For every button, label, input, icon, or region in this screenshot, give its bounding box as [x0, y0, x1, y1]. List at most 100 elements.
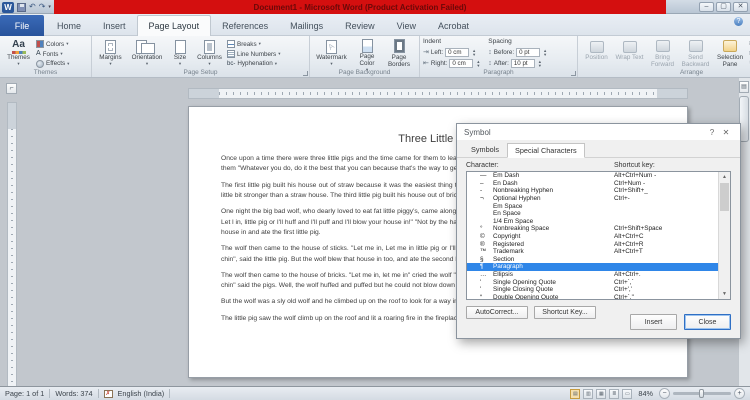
close-button[interactable]: ✕	[733, 2, 748, 12]
zoom-out-button[interactable]: −	[659, 388, 670, 399]
spellcheck-icon[interactable]	[104, 390, 113, 398]
indent-right-spinner[interactable]: ▲▼	[476, 60, 480, 68]
ribbon-tab[interactable]: Mailings	[279, 15, 334, 36]
tab-file[interactable]: File	[0, 15, 44, 36]
character-name: Trademark	[493, 248, 614, 255]
dialog-launcher-icon[interactable]	[303, 71, 308, 76]
spacing-after-input[interactable]: 10 pt	[511, 59, 535, 68]
full-screen-reading-view-icon[interactable]: ▥	[583, 389, 593, 399]
themes-button[interactable]: Aa Themes ▾	[3, 38, 34, 68]
special-character-row[interactable]: ' Single Opening Quote Ctrl+`,`	[467, 278, 718, 286]
dialog-launcher-icon[interactable]	[571, 71, 576, 76]
word-count[interactable]: Words: 374	[55, 389, 92, 398]
save-icon[interactable]	[17, 3, 26, 12]
theme-colors-button[interactable]: Colors ▾	[36, 40, 69, 49]
line-numbers-button[interactable]: Line Numbers ▾	[227, 50, 280, 59]
zoom-slider-thumb[interactable]	[699, 389, 704, 398]
language-indicator[interactable]: English (India)	[118, 389, 165, 398]
zoom-level[interactable]: 84%	[638, 389, 653, 398]
ribbon-tab[interactable]: Page Layout	[137, 15, 212, 36]
hyphenation-button[interactable]: bc- Hyphenation ▾	[227, 59, 280, 68]
character-name: 1/4 Em Space	[493, 218, 614, 225]
spacing-after-spinner[interactable]: ▲▼	[538, 60, 542, 68]
page-color-button[interactable]: Page Color ▾	[352, 38, 382, 68]
line-numbers-icon	[227, 50, 235, 58]
help-icon[interactable]: ?	[734, 17, 743, 26]
special-character-row[interactable]: ® Registered Alt+Ctrl+R	[467, 240, 718, 248]
maximize-button[interactable]: ▢	[716, 2, 731, 12]
special-character-row[interactable]: “ Double Opening Quote Ctrl+`,"	[467, 294, 718, 301]
ribbon-tab[interactable]: Review	[334, 15, 386, 36]
special-character-row[interactable]: § Section	[467, 256, 718, 264]
bring-forward-icon	[656, 40, 670, 52]
special-character-row[interactable]: 1/4 Em Space	[467, 218, 718, 226]
orientation-button[interactable]: Orientation ▾	[128, 38, 166, 68]
special-character-row[interactable]: — Em Dash Alt+Ctrl+Num -	[467, 172, 718, 180]
dialog-help-icon[interactable]: ?	[705, 128, 719, 137]
zoom-in-button[interactable]: +	[734, 388, 745, 399]
web-layout-view-icon[interactable]: ▦	[596, 389, 606, 399]
watermark-button[interactable]: Watermark ▾	[313, 38, 350, 68]
print-layout-view-icon[interactable]: ▤	[570, 389, 580, 399]
chevron-down-icon: ▾	[330, 61, 332, 66]
autocorrect-button[interactable]: AutoCorrect...	[466, 306, 528, 319]
page-borders-button[interactable]: Page Borders	[384, 38, 414, 68]
tab-stop-selector[interactable]: ⌐	[6, 83, 17, 94]
special-character-row[interactable]: – En Dash Ctrl+Num -	[467, 180, 718, 188]
qat-dropdown-icon[interactable]: ▾	[48, 4, 51, 10]
close-button-dialog[interactable]: Close	[684, 314, 731, 330]
draft-view-icon[interactable]: ▭	[622, 389, 632, 399]
list-scrollbar-thumb[interactable]	[720, 183, 729, 211]
dialog-close-icon[interactable]: ✕	[719, 128, 733, 137]
special-character-row[interactable]: ' Single Closing Quote Ctrl+','	[467, 286, 718, 294]
special-character-row[interactable]: ™ Trademark Alt+Ctrl+T	[467, 248, 718, 256]
special-character-row[interactable]: ° Nonbreaking Space Ctrl+Shift+Space	[467, 225, 718, 233]
special-character-row[interactable]: … Ellipsis Alt+Ctrl+.	[467, 271, 718, 279]
margins-button[interactable]: Margins ▾	[95, 38, 126, 68]
page-color-label: Page Color	[352, 53, 382, 67]
special-character-row[interactable]: ¬ Optional Hyphen Ctrl+-	[467, 195, 718, 203]
ribbon-tab[interactable]: View	[386, 15, 427, 36]
breaks-button[interactable]: Breaks ▾	[227, 40, 280, 49]
theme-fonts-button[interactable]: A Fonts ▾	[36, 50, 69, 59]
horizontal-ruler[interactable]	[188, 88, 688, 99]
insert-button[interactable]: Insert	[630, 314, 677, 330]
spacing-before-spinner[interactable]: ▲▼	[543, 49, 547, 57]
page-count[interactable]: Page: 1 of 1	[5, 389, 44, 398]
chevron-down-icon: ▾	[259, 41, 261, 47]
special-character-row[interactable]: © Copyright Alt+Ctrl+C	[467, 233, 718, 241]
shortcut-key-button[interactable]: Shortcut Key...	[534, 306, 596, 319]
special-character-row[interactable]: En Space	[467, 210, 718, 218]
size-button[interactable]: Size ▾	[168, 38, 192, 68]
outline-view-icon[interactable]: ≣	[609, 389, 619, 399]
word-logo-icon[interactable]: W	[2, 2, 14, 13]
ribbon-tab[interactable]: Home	[46, 15, 92, 36]
dialog-tab[interactable]: Symbols	[464, 143, 506, 157]
minimize-button[interactable]: –	[699, 2, 714, 12]
selection-pane-button[interactable]: Selection Pane	[713, 38, 747, 68]
spacing-before-input[interactable]: 0 pt	[516, 48, 540, 57]
special-character-row[interactable]: Em Space	[467, 202, 718, 210]
scroll-up-icon[interactable]: ▲	[719, 172, 730, 182]
indent-right-input[interactable]: 0 cm	[449, 59, 473, 68]
dialog-tab[interactable]: Special Characters	[507, 143, 585, 158]
zoom-slider[interactable]	[673, 392, 731, 395]
list-scrollbar[interactable]: ▲ ▼	[718, 172, 730, 299]
theme-effects-button[interactable]: Effects ▾	[36, 59, 69, 68]
scroll-down-icon[interactable]: ▼	[719, 289, 730, 299]
indent-left-input[interactable]: 0 cm	[445, 48, 469, 57]
indent-left-spinner[interactable]: ▲▼	[472, 49, 476, 57]
dialog-tab-label: Special Characters	[515, 146, 577, 155]
vertical-ruler[interactable]	[7, 102, 17, 386]
ribbon-tab[interactable]: Insert	[92, 15, 137, 36]
ruler-toggle-icon[interactable]: ▤	[739, 81, 749, 93]
word-window: W ↶ ↷ ▾ Document1 - Microsoft Word (Prod…	[0, 0, 750, 400]
special-character-row[interactable]: - Nonbreaking Hyphen Ctrl+Shift+_	[467, 187, 718, 195]
redo-icon[interactable]: ↷	[39, 2, 46, 12]
selection-pane-icon	[723, 40, 737, 52]
ribbon-tab[interactable]: Acrobat	[427, 15, 480, 36]
undo-icon[interactable]: ↶	[29, 2, 36, 12]
special-character-row[interactable]: ¶ Paragraph	[467, 263, 718, 271]
ribbon-tab[interactable]: References	[211, 15, 279, 36]
columns-button[interactable]: Columns ▾	[194, 38, 225, 68]
